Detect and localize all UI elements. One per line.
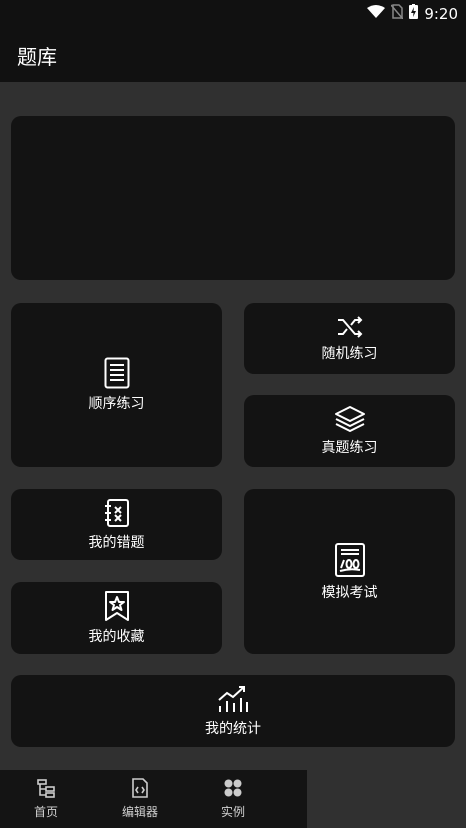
tab-home[interactable]: 首页 xyxy=(11,770,81,828)
layers-icon xyxy=(334,405,366,433)
real-exam-practice-label: 真题练习 xyxy=(321,440,378,456)
no-sim-icon xyxy=(390,4,404,23)
real-exam-practice-card[interactable]: 真题练习 xyxy=(244,395,455,467)
status-bar: 9:20 xyxy=(0,0,466,26)
bookmark-star-icon xyxy=(103,590,131,622)
shuffle-icon xyxy=(336,315,364,339)
banner[interactable] xyxy=(11,116,455,280)
sequential-practice-card[interactable]: 顺序练习 xyxy=(11,303,222,467)
tab-home-label: 首页 xyxy=(33,805,58,819)
battery-charging-icon xyxy=(409,4,419,23)
mock-exam-card[interactable]: 模拟考试 xyxy=(244,489,455,654)
my-statistics-card[interactable]: 我的统计 xyxy=(11,675,455,747)
status-time: 9:20 xyxy=(424,4,458,23)
tab-examples[interactable]: 实例 xyxy=(198,770,268,828)
tab-examples-label: 实例 xyxy=(220,805,245,819)
bottom-right-area xyxy=(307,770,466,828)
my-favorites-label: 我的收藏 xyxy=(88,629,145,645)
my-favorites-card[interactable]: 我的收藏 xyxy=(11,582,222,654)
random-practice-label: 随机练习 xyxy=(321,345,378,362)
sequential-practice-label: 顺序练习 xyxy=(88,396,145,412)
app-bar: 题库 xyxy=(0,26,466,82)
score-100-icon xyxy=(334,542,366,578)
tab-editor[interactable]: 编辑器 xyxy=(105,770,175,828)
random-practice-card[interactable]: 随机练习 xyxy=(244,303,455,374)
my-mistakes-card[interactable]: 我的错题 xyxy=(11,489,222,560)
my-mistakes-label: 我的错题 xyxy=(88,534,145,551)
page-title: 题库 xyxy=(17,45,57,69)
my-statistics-label: 我的统计 xyxy=(205,721,261,737)
bottom-tab-bar: 首页 编辑器 实例 xyxy=(0,770,307,828)
wifi-icon xyxy=(367,4,386,23)
home-tree-icon xyxy=(36,778,56,801)
notebook-x-icon xyxy=(103,498,131,528)
mock-exam-label: 模拟考试 xyxy=(321,584,378,601)
chart-trend-icon xyxy=(216,684,250,714)
document-list-icon xyxy=(104,357,130,389)
code-file-icon xyxy=(131,778,149,801)
status-icons: 9:20 xyxy=(367,4,458,23)
tab-editor-label: 编辑器 xyxy=(121,805,158,819)
clover-icon xyxy=(223,778,243,801)
